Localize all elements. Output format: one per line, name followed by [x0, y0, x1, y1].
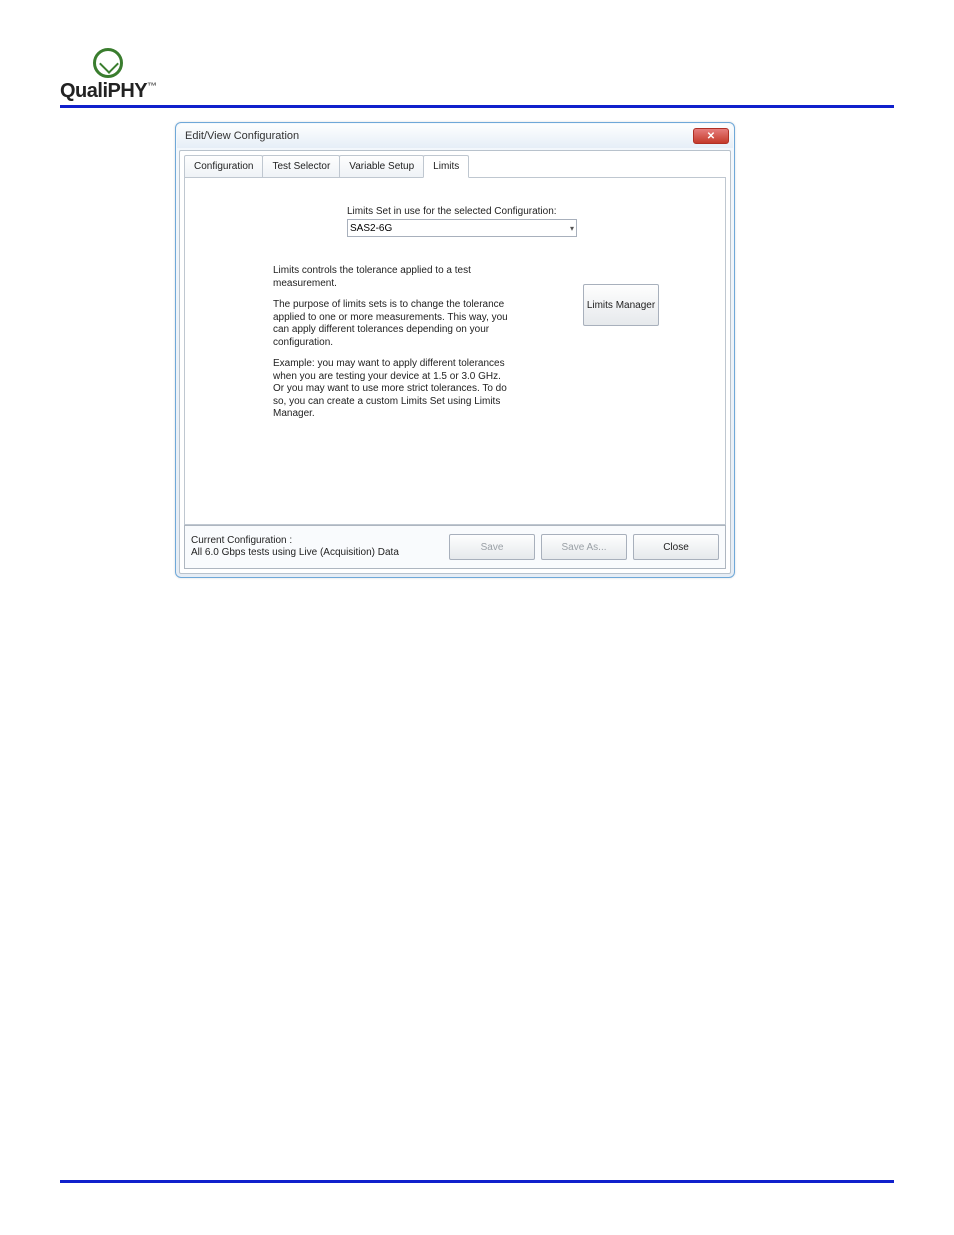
tab-configuration[interactable]: Configuration: [184, 155, 263, 178]
current-configuration-value: All 6.0 Gbps tests using Live (Acquisiti…: [191, 547, 421, 560]
page-header: QualiPHY™: [60, 48, 894, 108]
current-configuration-block: Current Configuration : All 6.0 Gbps tes…: [191, 535, 421, 560]
brand-icon: [93, 48, 123, 78]
limits-desc-1: Limits controls the tolerance applied to…: [273, 265, 508, 290]
dialog-title: Edit/View Configuration: [185, 130, 693, 142]
close-button[interactable]: Close: [633, 534, 719, 560]
limits-set-value: SAS2-6G: [350, 223, 392, 234]
dialog-titlebar: Edit/View Configuration ✕: [177, 124, 733, 148]
tab-limits[interactable]: Limits: [423, 155, 469, 178]
chevron-down-icon: ▾: [570, 224, 574, 233]
limits-manager-button[interactable]: Limits Manager: [583, 284, 659, 326]
dialog-footer: Current Configuration : All 6.0 Gbps tes…: [184, 525, 726, 569]
limits-description: Limits controls the tolerance applied to…: [273, 265, 508, 421]
brand-logo: QualiPHY™: [60, 48, 157, 103]
limits-desc-3: Example: you may want to apply different…: [273, 358, 508, 421]
dialog-body: Configuration Test Selector Variable Set…: [179, 150, 731, 574]
current-configuration-label: Current Configuration :: [191, 535, 421, 548]
limits-tab-panel: Limits Set in use for the selected Confi…: [184, 177, 726, 525]
tab-test-selector[interactable]: Test Selector: [262, 155, 340, 178]
window-close-button[interactable]: ✕: [693, 128, 729, 144]
limits-desc-2: The purpose of limits sets is to change …: [273, 299, 508, 349]
tabs-row: Configuration Test Selector Variable Set…: [184, 155, 726, 178]
limits-set-label: Limits Set in use for the selected Confi…: [347, 206, 725, 217]
brand-name: QualiPHY™: [60, 80, 157, 103]
save-button[interactable]: Save: [449, 534, 535, 560]
close-icon: ✕: [707, 131, 715, 142]
limits-set-dropdown[interactable]: SAS2-6G ▾: [347, 219, 577, 237]
tab-variable-setup[interactable]: Variable Setup: [339, 155, 424, 178]
page-footer-rule: [60, 1180, 894, 1183]
edit-view-configuration-dialog: Edit/View Configuration ✕ Configuration …: [175, 122, 735, 578]
save-as-button[interactable]: Save As...: [541, 534, 627, 560]
